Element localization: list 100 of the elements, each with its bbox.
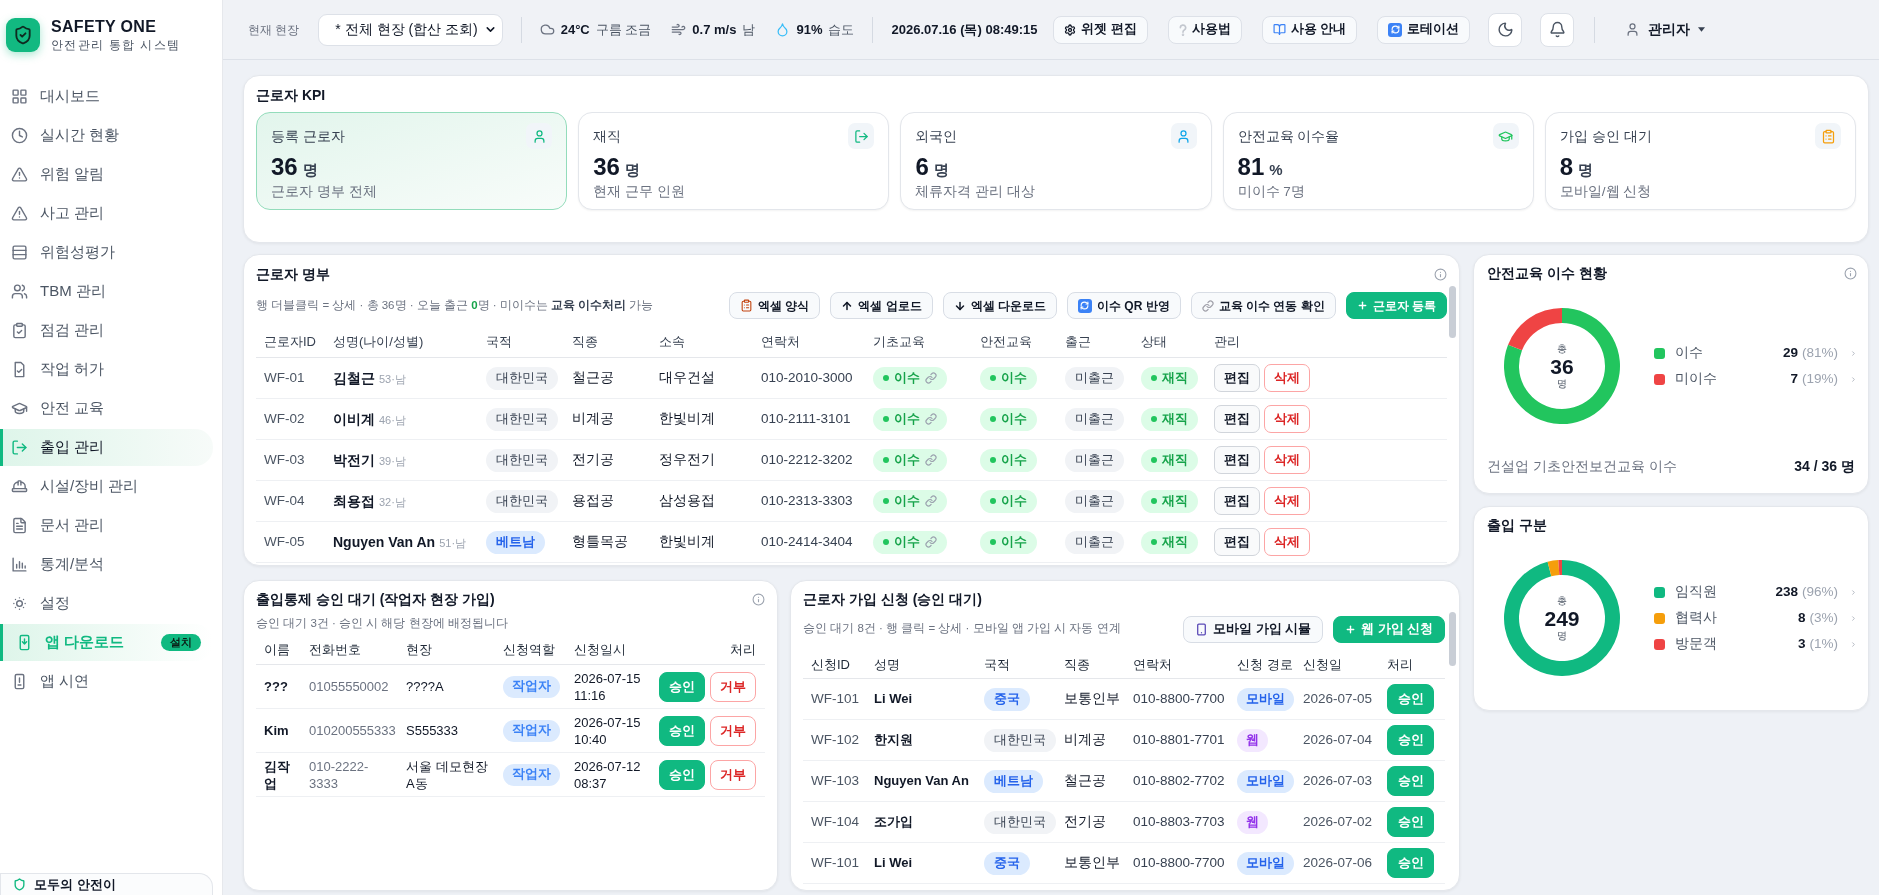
kpi-label: 안전교육 이수율: [1237, 126, 1340, 146]
status-label: 이수: [1001, 492, 1027, 511]
sidebar-nav-item[interactable]: 안전 교육: [0, 390, 213, 427]
weather-text: 남: [742, 20, 756, 39]
exit-icon: [848, 123, 875, 149]
toolbar-button[interactable]: 엑셀 양식: [728, 292, 821, 319]
edit-button[interactable]: 편집: [1214, 446, 1260, 474]
status-label: 이수: [894, 410, 920, 429]
toolbar-button[interactable]: 위젯 편집: [1053, 15, 1148, 44]
caret-down-icon: [1698, 27, 1706, 32]
age-gender: 32·남: [379, 494, 406, 510]
edit-button[interactable]: 편집: [1214, 405, 1260, 433]
sidebar-nav-item[interactable]: 위험성평가: [0, 234, 213, 271]
phone-number: 010-8803-7703: [1133, 813, 1225, 829]
kpi-card[interactable]: 외국인 6 명 체류자격 관리 대상: [900, 112, 1212, 210]
kpi-card[interactable]: 등록 근로자 36 명 근로자 명부 전체: [256, 112, 568, 210]
toolbar-button[interactable]: 사용 안내: [1261, 15, 1358, 44]
column-header: 국적: [486, 333, 512, 349]
column-header: 기초교육: [873, 333, 925, 349]
sidebar-nav-item[interactable]: 대시보드: [0, 78, 213, 115]
edit-button[interactable]: 편집: [1214, 528, 1260, 556]
kpi-unit: 명: [1578, 160, 1594, 180]
toolbar-button[interactable]: 교육 이수 연동 확인: [1190, 292, 1336, 319]
sidebar-nav-item[interactable]: 실시간 현황: [0, 117, 213, 154]
reject-button[interactable]: 거부: [710, 715, 756, 746]
sidebar-nav-item[interactable]: 시설/장비 관리: [0, 468, 213, 505]
worker-name: Nguyen Van An: [333, 532, 436, 552]
delete-button[interactable]: 삭제: [1264, 405, 1310, 433]
reject-button[interactable]: 거부: [710, 671, 756, 702]
toolbar-button[interactable]: 사용법: [1167, 15, 1242, 44]
sidebar-nav-item[interactable]: TBM 관리: [0, 273, 213, 310]
sidebar-nav-item[interactable]: 사고 관리: [0, 195, 213, 232]
sidebar-nav-item[interactable]: 문서 관리: [0, 507, 213, 544]
chevron-right-icon: [1850, 348, 1857, 358]
delete-button[interactable]: 삭제: [1264, 487, 1310, 515]
company-text: 한빛비계: [659, 533, 715, 549]
user-menu[interactable]: 관리자: [1615, 19, 1706, 40]
sidebar-nav-item[interactable]: 앱 시연: [0, 663, 213, 700]
sidebar-nav-item[interactable]: 작업 허가: [0, 351, 213, 388]
site-select[interactable]: * 전체 현장 (합산 조회): [318, 13, 503, 46]
legend-count: 3: [1797, 634, 1806, 653]
info-icon: [1434, 267, 1447, 281]
toolbar-button[interactable]: 로테이션: [1377, 15, 1471, 44]
sidebar-nav-item[interactable]: 통계/분석: [0, 546, 213, 583]
status-label: 이수: [894, 492, 920, 511]
toolbar-button[interactable]: 엑셀 업로드: [830, 292, 933, 319]
request-id: WF-101: [811, 690, 859, 706]
trade-text: 비계공: [1064, 731, 1106, 747]
dark-mode-button[interactable]: [1488, 12, 1523, 47]
warning-icon: [11, 205, 28, 222]
nationality-tag: 대한민국: [486, 489, 558, 513]
nationality-tag: 중국: [984, 687, 1030, 711]
phone-number: 01055550002: [309, 678, 390, 695]
notification-button[interactable]: [1540, 12, 1575, 47]
company-text: 대우건설: [659, 369, 715, 385]
delete-button[interactable]: 삭제: [1264, 528, 1310, 556]
scrollbar-thumb[interactable]: [1449, 286, 1456, 338]
donut-center-label: 총: [1557, 342, 1567, 355]
panel-hint: 승인 대기 3건 · 승인 시 해당 현장에 배정됩니다: [256, 616, 509, 630]
edit-button[interactable]: 편집: [1214, 364, 1260, 392]
chevron-right-icon: [1850, 613, 1857, 623]
trade-text: 형틀목공: [572, 533, 628, 549]
attendance-tag: 미출근: [1065, 489, 1124, 513]
kpi-caption: 현재 근무 인원: [593, 183, 686, 201]
request-id: WF-104: [811, 813, 859, 829]
donut-center-unit: 명: [1557, 629, 1567, 642]
kpi-card[interactable]: 가입 승인 대기 8 명 모바일/웹 신청: [1544, 112, 1856, 210]
toolbar-button[interactable]: 이수 QR 반영: [1066, 292, 1181, 319]
trade-text: 용접공: [572, 492, 614, 508]
panel-hint: 승인 대기 8건 · 행 클릭 = 상세 · 모바일 앱 가입 시 자동 연계: [803, 621, 1121, 637]
kpi-caption: 체류자격 관리 대상: [915, 183, 1036, 201]
sidebar-nav-item[interactable]: 점검 관리: [0, 312, 213, 349]
bell-icon: [1548, 21, 1566, 38]
kpi-card[interactable]: 안전교육 이수율 81 % 미이수 7명: [1222, 112, 1534, 210]
reject-button[interactable]: 거부: [710, 759, 756, 790]
sidebar-nav-item[interactable]: 위험 알림: [0, 156, 213, 193]
legend-count: 8: [1797, 608, 1806, 627]
toolbar-button[interactable]: 엑셀 다운로드: [942, 292, 1057, 319]
kpi-card[interactable]: 재직 36 명 현재 근무 인원: [578, 112, 890, 210]
edit-button[interactable]: 편집: [1214, 487, 1260, 515]
legend-count: 238: [1775, 582, 1798, 601]
column-header: 신청일: [1303, 656, 1342, 672]
panel-title: 안전교육 이수 현황: [1487, 263, 1607, 283]
age-gender: 51·남: [439, 535, 467, 551]
phone-number: 010-8802-7702: [1133, 772, 1225, 788]
sidebar-nav-item[interactable]: 설정: [0, 585, 213, 622]
kpi-value: 8: [1559, 153, 1574, 181]
info-icon: [752, 592, 765, 606]
clipboard-icon: [739, 299, 753, 312]
phone-number: 010-2212-3202: [761, 451, 853, 467]
sidebar-nav-item[interactable]: 출입 관리: [0, 429, 213, 466]
toolbar-button[interactable]: 모바일 가입 시뮬: [1183, 615, 1324, 643]
settings-icon: [1064, 23, 1077, 36]
role-tag: 작업자: [503, 719, 560, 742]
delete-button[interactable]: 삭제: [1264, 446, 1310, 474]
legend-label: 협력사: [1675, 608, 1718, 627]
person-icon: [526, 123, 553, 149]
phone-number: 010200555333: [309, 722, 394, 739]
scrollbar-thumb[interactable]: [1449, 612, 1456, 666]
delete-button[interactable]: 삭제: [1264, 364, 1310, 392]
